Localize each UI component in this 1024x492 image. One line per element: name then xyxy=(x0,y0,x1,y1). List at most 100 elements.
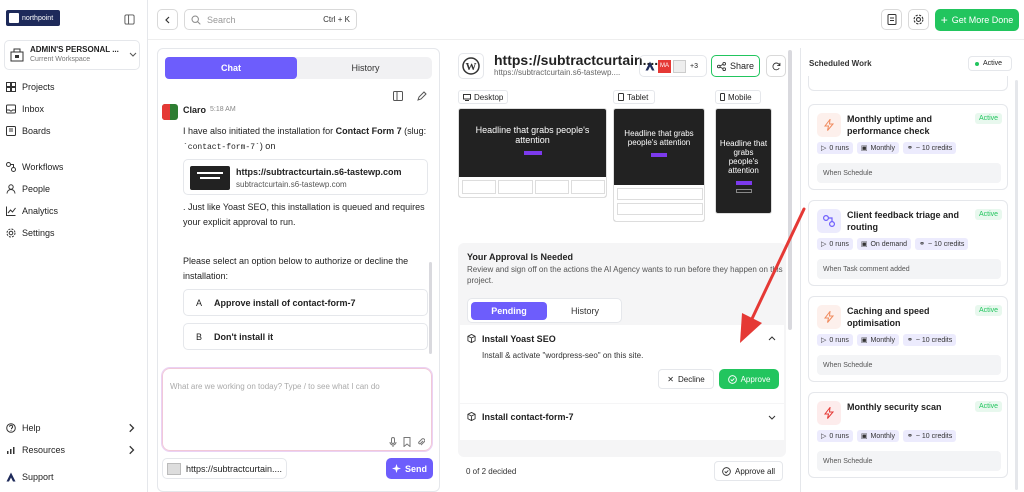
credits-icon: ⚭ xyxy=(919,241,925,248)
approval-item-title: Install contact-form-7 xyxy=(482,412,574,422)
device-desktop-label[interactable]: Desktop xyxy=(458,90,508,104)
send-button[interactable]: Send xyxy=(386,458,433,479)
share-icon xyxy=(716,61,726,71)
tab-approval-history[interactable]: History xyxy=(550,302,620,320)
sidebar-item-label: Resources xyxy=(22,445,66,455)
credits-chip: ⚭ ~ 10 credits xyxy=(903,430,957,442)
status-badge: Active xyxy=(975,401,1003,412)
monitor-icon xyxy=(463,93,471,101)
preview-cta xyxy=(735,181,752,185)
link-preview-card[interactable]: https://subtractcurtain.s6-tastewp.com s… xyxy=(183,159,428,195)
scheduled-card[interactable]: Caching and speed optimisation Active ▷ 0… xyxy=(808,296,1008,382)
approve-button[interactable]: Approve xyxy=(719,369,779,389)
sidebar-item-inbox[interactable]: Inbox xyxy=(6,104,44,114)
refresh-button[interactable] xyxy=(766,55,786,77)
chevron-down-icon xyxy=(129,50,137,58)
sidebar-item-support[interactable]: Support xyxy=(6,472,54,482)
gear-icon xyxy=(913,14,924,25)
message-text: (slug: xyxy=(401,126,427,136)
brand-logo[interactable]: northpoint xyxy=(6,10,60,26)
composer-placeholder: What are we working on today? Type / to … xyxy=(170,382,380,391)
sidebar-item-workflows[interactable]: Workflows xyxy=(6,162,63,172)
scheduled-card[interactable]: Monthly uptime and performance check Act… xyxy=(808,104,1008,190)
approve-label: Approve xyxy=(740,374,771,384)
message-composer[interactable]: What are we working on today? Type / to … xyxy=(162,368,432,451)
sidebar-item-analytics[interactable]: Analytics xyxy=(6,206,58,216)
workflow-icon xyxy=(817,209,841,233)
decline-button[interactable]: ✕ Decline xyxy=(658,369,714,389)
collaborator-avatars[interactable]: MA +3 xyxy=(639,55,707,77)
sidebar-item-settings[interactable]: Settings xyxy=(6,228,55,238)
search-icon xyxy=(191,14,201,25)
tab-pending[interactable]: Pending xyxy=(471,302,547,320)
tablet-icon xyxy=(618,93,624,101)
scheduled-scrollbar[interactable] xyxy=(1015,80,1018,490)
card-trigger: When Schedule xyxy=(817,355,1001,375)
credits-icon: ⚭ xyxy=(907,433,913,440)
option-approve-button[interactable]: A Approve install of contact-form-7 xyxy=(183,289,428,316)
sidebar-item-people[interactable]: People xyxy=(6,184,50,194)
site-url[interactable]: https://subtractcurtain.s6-tastewp.... xyxy=(494,68,620,77)
option-key: B xyxy=(195,331,202,342)
tab-history[interactable]: History xyxy=(299,57,432,79)
chip-label: Monthly xyxy=(870,336,895,344)
status-badge: Active xyxy=(975,209,1003,220)
document-button[interactable] xyxy=(881,9,902,30)
bars-icon xyxy=(7,447,15,454)
bookmark-icon[interactable] xyxy=(403,437,411,447)
option-decline-button[interactable]: B Don't install it xyxy=(183,323,428,350)
sidebar-item-label: Boards xyxy=(22,126,51,136)
sidebar-item-resources[interactable]: Resources xyxy=(6,445,136,455)
chip-label: 0 runs xyxy=(829,144,849,152)
get-more-done-label: Get More Done xyxy=(951,15,1014,25)
approve-all-button[interactable]: Approve all xyxy=(714,461,783,481)
workspace-switcher[interactable]: ADMIN'S PERSONAL ... Current Workspace xyxy=(4,40,140,70)
tablet-preview[interactable]: Headline that grabs people's attention xyxy=(613,108,705,222)
brand-mark-icon xyxy=(9,13,19,23)
message-paragraph-1: I have also initiated the installation f… xyxy=(183,124,428,155)
scheduled-status-badge: Active xyxy=(968,56,1012,71)
sidebar-item-boards[interactable]: Boards xyxy=(6,126,51,136)
scheduled-card[interactable]: Client feedback triage and routing Activ… xyxy=(808,200,1008,286)
chip-label: ~ 10 credits xyxy=(927,240,965,248)
panel-icon[interactable] xyxy=(393,91,403,101)
chat-scrollbar[interactable] xyxy=(429,262,432,354)
paperclip-icon[interactable] xyxy=(417,437,425,447)
device-tablet-label[interactable]: Tablet xyxy=(613,90,655,104)
runs-chip: ▷ 0 runs xyxy=(817,142,853,154)
avatar xyxy=(162,104,178,120)
search-input[interactable]: Search Ctrl + K xyxy=(184,9,357,30)
chip-label: 0 runs xyxy=(829,336,849,344)
device-mobile-label[interactable]: Mobile xyxy=(715,90,761,104)
status-dot-icon xyxy=(975,61,979,66)
context-chip-label: https://subtractcurtain.... xyxy=(186,463,283,474)
share-button[interactable]: Share xyxy=(711,55,760,77)
scheduled-card[interactable]: Monthly security scan Active ▷ 0 runs ▣ Mo… xyxy=(808,392,1008,478)
approve-all-label: Approve all xyxy=(734,466,776,476)
link-thumbnail xyxy=(190,166,230,190)
approval-tabs: Pending History xyxy=(467,298,622,323)
desktop-preview[interactable]: Headline that grabs people's attention xyxy=(458,108,607,198)
context-chip[interactable]: https://subtractcurtain.... xyxy=(162,458,287,479)
sidebar-item-projects[interactable]: Projects xyxy=(6,82,55,92)
bolt-icon xyxy=(817,113,841,137)
tab-chat[interactable]: Chat xyxy=(165,57,297,79)
chip-label: 0 runs xyxy=(829,432,849,440)
sidebar-item-label: Analytics xyxy=(22,206,59,216)
chevron-down-icon[interactable] xyxy=(768,413,776,421)
sidebar-item-help[interactable]: Help xyxy=(6,423,136,433)
microphone-icon[interactable] xyxy=(389,437,397,447)
credits-icon: ⚭ xyxy=(907,337,913,344)
approval-item-contact-form[interactable]: Install contact-form-7 xyxy=(460,404,784,440)
message-sender: Claro xyxy=(183,105,207,115)
settings-button[interactable] xyxy=(908,9,929,30)
collapse-sidebar-icon[interactable] xyxy=(124,14,135,25)
chat-tabs: Chat History xyxy=(165,57,432,79)
mobile-preview[interactable]: Headline that grabs people's attention xyxy=(715,108,772,214)
get-more-done-button[interactable]: + Get More Done xyxy=(935,9,1019,31)
sparkle-icon xyxy=(391,464,401,473)
back-button[interactable] xyxy=(157,9,178,30)
edit-icon[interactable] xyxy=(417,91,427,101)
bolt-icon xyxy=(817,305,841,329)
message-paragraph-2: . Just like Yoast SEO, this installation… xyxy=(183,202,425,227)
